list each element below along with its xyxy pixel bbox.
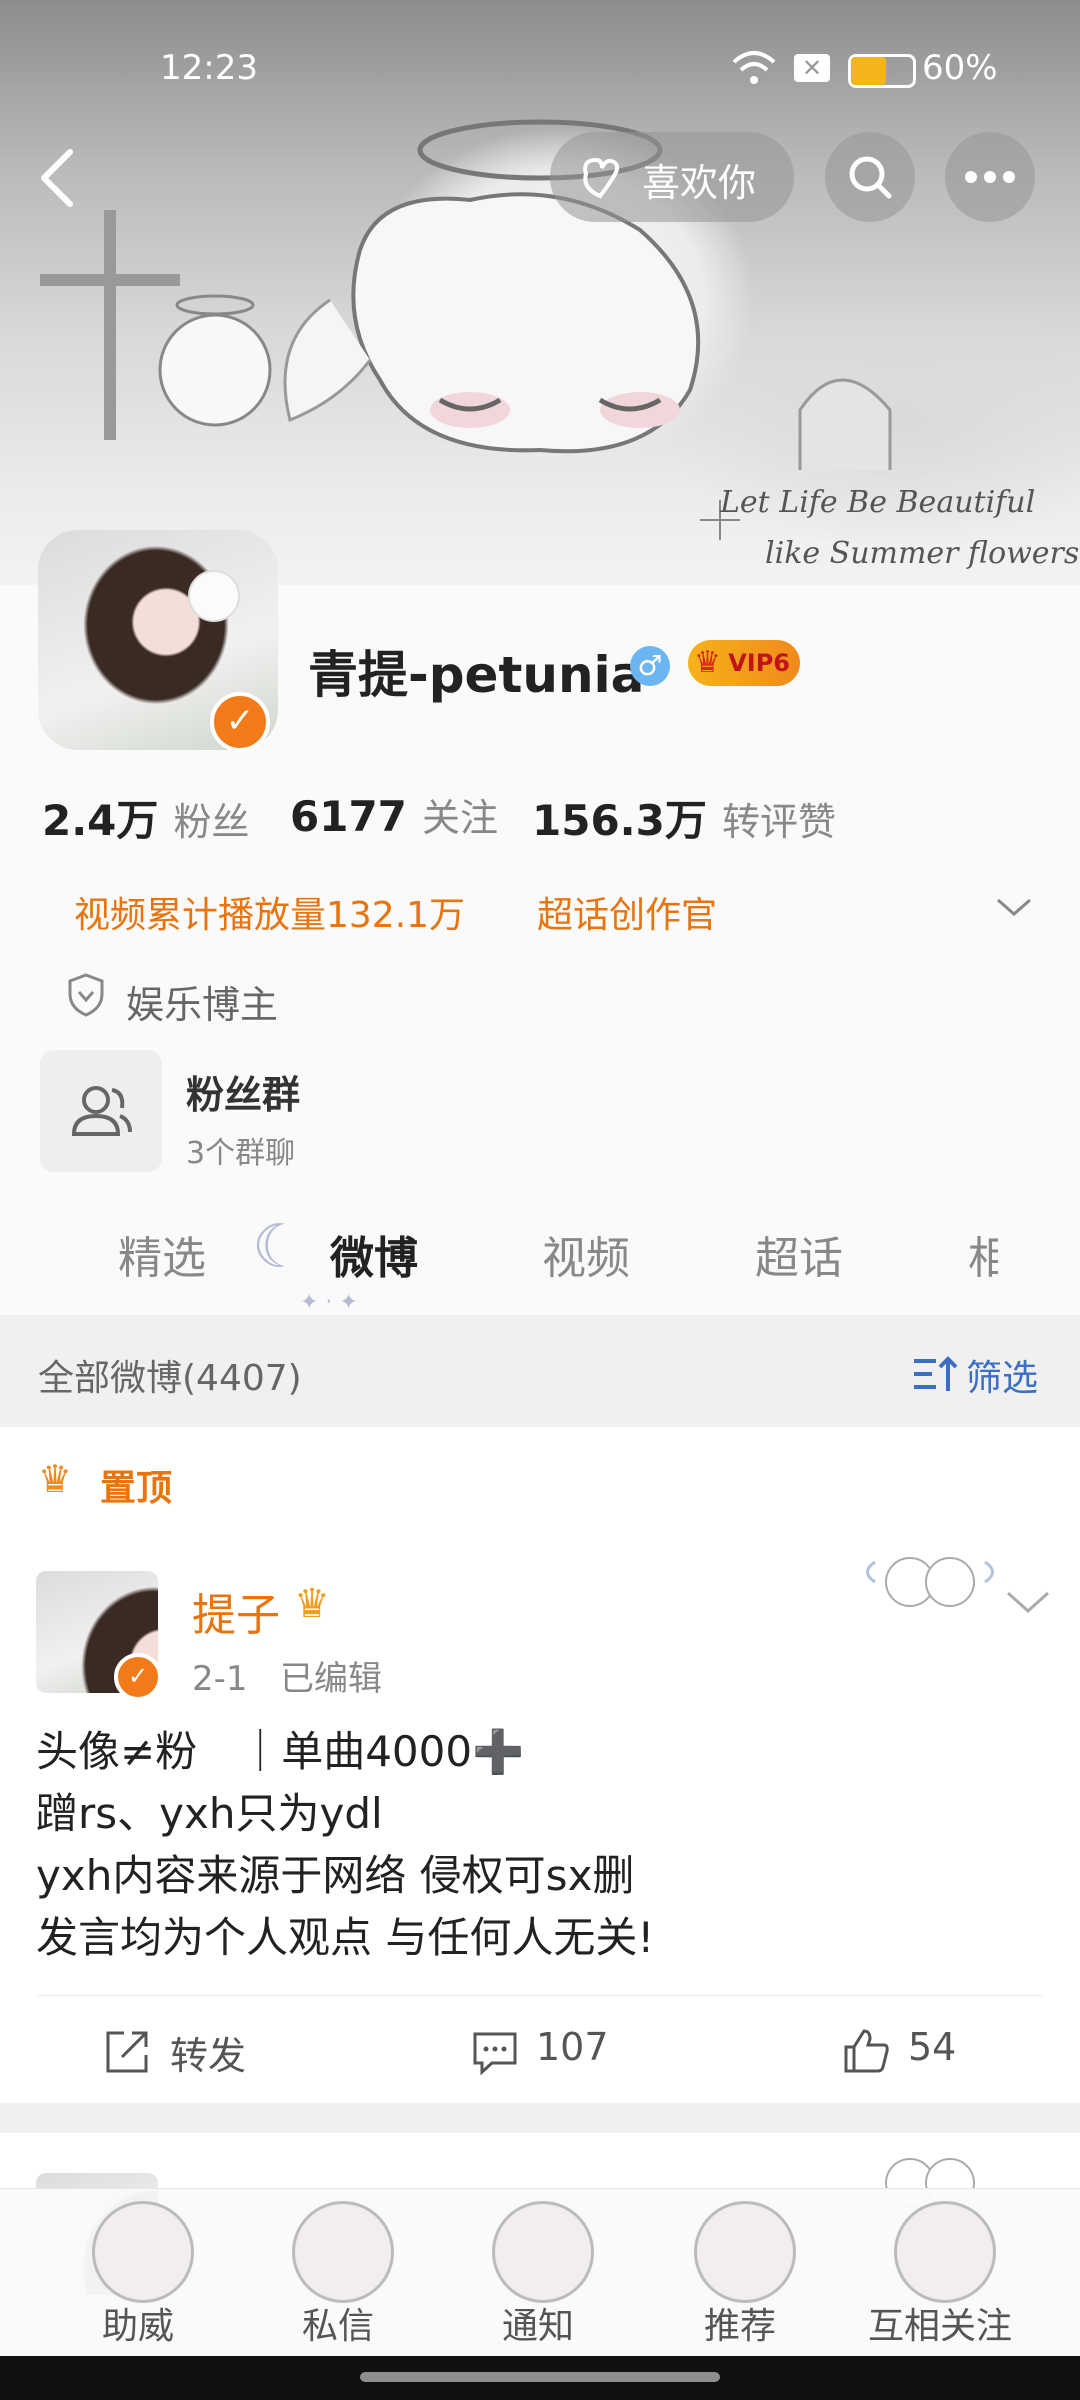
- verified-badge-icon: ✓: [210, 692, 270, 752]
- hand-heart-icon: [583, 157, 619, 199]
- shield-icon: [68, 973, 104, 1017]
- nav-recommend-label: 推荐: [703, 2306, 776, 2347]
- vip-badge[interactable]: ♛ VIP6: [688, 640, 800, 686]
- post-separator: [0, 2103, 1080, 2133]
- post-line-2: 蹭rs、yxh只为ydl: [36, 1789, 383, 1838]
- pinned-label: 置顶: [100, 1468, 173, 1509]
- stat-fans[interactable]: 2.4万 粉丝: [42, 787, 250, 848]
- post-menu-chevron-icon[interactable]: [1006, 1589, 1050, 1615]
- moon-icon: ☾: [252, 1212, 306, 1282]
- tab-featured[interactable]: 精选: [118, 1222, 206, 1286]
- tab-weibo[interactable]: 微博: [330, 1222, 418, 1286]
- post-line-1: 头像≠粉 ｜单曲4000➕: [36, 1727, 525, 1776]
- search-button[interactable]: [825, 132, 915, 222]
- repost-label: 转发: [170, 2034, 247, 2078]
- sim-icon: ✕: [794, 54, 830, 82]
- cheer-icon: [92, 2201, 194, 2303]
- profile-name: 青提-petunia: [308, 646, 645, 704]
- tab-super-topic[interactable]: 超话: [755, 1222, 843, 1286]
- chevron-down-icon[interactable]: [996, 896, 1032, 918]
- interactions-count: 156.3万: [532, 796, 707, 845]
- search-icon: [849, 156, 892, 199]
- avatar-flower: [188, 570, 240, 622]
- nav-messages-label: 私信: [301, 2306, 374, 2347]
- battery-icon: [848, 54, 916, 88]
- like-you-label: 喜欢你: [642, 161, 757, 205]
- sparkle-icon: ✦ · ✦: [300, 1290, 358, 1315]
- message-icon: [292, 2201, 394, 2303]
- nav-cheer-label: 助威: [101, 2306, 174, 2347]
- crown-icon: ♛: [694, 645, 721, 680]
- fan-group-subtitle: 3个群聊: [186, 1136, 296, 1171]
- comment-count: 107: [536, 2025, 609, 2069]
- feed-filter-bar: 全部微博(4407) 筛选: [0, 1315, 1080, 1427]
- comment-icon: [473, 2032, 517, 2075]
- group-icon: [71, 1086, 132, 1136]
- divider: [36, 1995, 1044, 1996]
- repost-icon: [106, 2031, 148, 2073]
- stat-following[interactable]: 6177 关注: [290, 787, 498, 842]
- cat-sticker-icon: [866, 1557, 994, 1607]
- vip-crown-icon: ♛: [294, 1581, 330, 1627]
- post-author-name[interactable]: 提子: [192, 1579, 280, 1643]
- video-plays-tag[interactable]: 视频累计播放量132.1万: [74, 886, 465, 938]
- nav-mutual-follow-label: 互相关注: [867, 2306, 1012, 2347]
- thumbs-up-icon: [844, 2029, 889, 2073]
- male-gender-icon: ♂: [630, 646, 670, 686]
- bottom-navigation: 助威 私信 通知 推荐 互相关注: [0, 2188, 1080, 2357]
- following-label: 关注: [422, 796, 499, 840]
- wifi-icon: [732, 51, 776, 84]
- post-meta: 2-1 已编辑: [192, 1659, 382, 1699]
- pinned-post[interactable]: ♛ 置顶 ✓ 提子 ♛ 2-1 已编辑 头像≠粉 ｜单曲4000➕ 蹭rs、yx…: [0, 1427, 1080, 2103]
- all-posts-count: 全部微博(4407): [38, 1358, 302, 1399]
- interactions-label: 转评赞: [721, 800, 836, 844]
- fans-count: 2.4万: [42, 796, 159, 845]
- pinned-crown-icon: ♛: [38, 1457, 73, 1501]
- home-indicator[interactable]: [360, 2372, 720, 2382]
- banner-quote-line1: Let Life Be Beautiful: [720, 485, 1036, 520]
- tab-video[interactable]: 视频: [542, 1222, 630, 1286]
- tab-album-label: 相: [968, 1233, 998, 1284]
- nav-notifications-label: 通知: [501, 2306, 574, 2347]
- status-time: 12:23: [160, 48, 258, 88]
- post-verified-badge-icon: ✓: [114, 1653, 162, 1701]
- recommend-icon: [694, 2201, 796, 2303]
- back-icon[interactable]: [38, 148, 78, 208]
- banner-quote-line2: like Summer flowers: [765, 536, 1080, 571]
- filter-label: 筛选: [966, 1358, 1039, 1399]
- post-text: 头像≠粉 ｜单曲4000➕ 蹭rs、yxh只为ydl yxh内容来源于网络 侵权…: [36, 1721, 654, 1969]
- more-button[interactable]: [945, 132, 1035, 222]
- fan-group-title[interactable]: 粉丝群: [186, 1064, 300, 1119]
- more-icon: [965, 171, 1015, 183]
- following-count: 6177: [290, 792, 407, 841]
- category-label: 娱乐博主: [126, 983, 279, 1027]
- vip-level: VIP6: [728, 649, 790, 677]
- like-count: 54: [908, 2025, 957, 2069]
- tab-album[interactable]: 相: [968, 1222, 998, 1286]
- notification-icon: [492, 2201, 594, 2303]
- fan-group-icon-box[interactable]: [40, 1050, 162, 1172]
- battery-level: 60%: [922, 48, 998, 88]
- filter-icon: [914, 1356, 958, 1391]
- post-line-3: yxh内容来源于网络 侵权可sx删: [36, 1851, 635, 1900]
- like-you-button[interactable]: 喜欢你: [550, 132, 794, 222]
- post-line-4: 发言均为个人观点 与任何人无关!: [36, 1913, 655, 1962]
- super-topic-creator-tag[interactable]: 超话创作官: [537, 886, 717, 938]
- stat-interactions[interactable]: 156.3万 转评赞: [532, 787, 836, 848]
- fans-label: 粉丝: [173, 800, 250, 844]
- mutual-follow-icon: [894, 2201, 996, 2303]
